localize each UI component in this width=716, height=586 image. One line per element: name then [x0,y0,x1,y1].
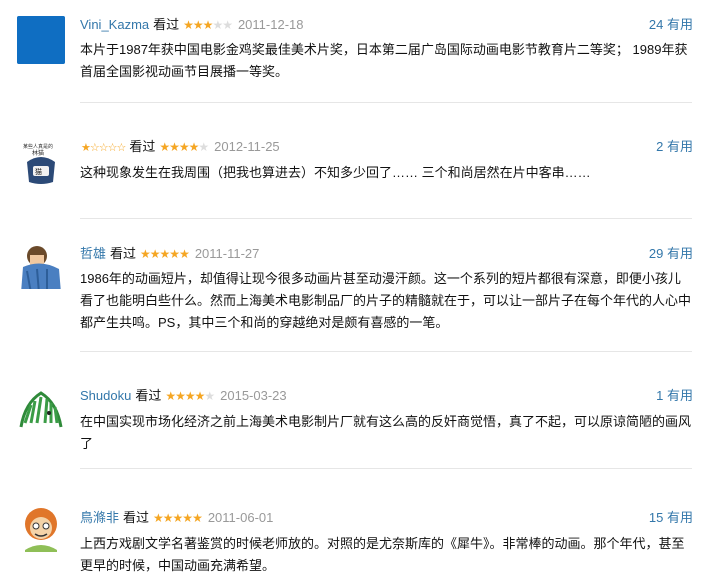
user-avatar[interactable] [17,241,65,289]
avatar-image [17,16,65,64]
username-link[interactable]: 哲雄 [80,246,106,261]
avatar-image [17,383,65,431]
divider [80,468,692,469]
divider [80,102,692,103]
review-date: 2012-11-25 [214,139,280,154]
review-meta: 鳥滌非 看过 ★★★★★ 2011-06-01 [80,510,273,526]
review-text: 上西方戏剧文学名著鉴赏的时候老师放的。对照的是尤奈斯库的《犀牛》。非常棒的动画。… [80,536,685,573]
user-avatar[interactable]: 某些人真是的 林猫 猫 [17,138,65,186]
user-avatar[interactable] [17,504,65,552]
review-date: 2011-12-18 [237,17,304,32]
user-avatar[interactable] [17,383,65,431]
review-text: 1986年的动画短片，却值得让现今很多动画片甚至动漫汗颜。这一个系列的短片都很有… [80,271,692,330]
useful-count[interactable]: 24 有用 [649,17,693,33]
review-list: Vini_Kazma 看过 ★★★★★ 2011-12-18 24 有用 本片于198… [0,0,716,586]
review-date: 2011-06-01 [207,510,274,525]
watched-label: 看过 [123,510,150,525]
user-avatar[interactable] [17,16,65,64]
username-link[interactable]: Vini_Kazma [80,17,149,32]
review-date: 2015-03-23 [220,388,287,403]
username-link[interactable]: 鳥滌非 [80,510,119,525]
review-text: 在中国实现市场化经济之前上海美术电影制片厂就有这么高的反奸商觉悟，真了不起，可以… [80,414,692,451]
rating-stars: ★★★★★ [159,140,209,154]
review-text: 本片于1987年获中国电影金鸡奖最佳美术片奖，日本第二届广岛国际动画电影节教育片… [80,42,688,79]
useful-count[interactable]: 1 有用 [656,388,693,404]
review-meta: Vini_Kazma 看过 ★★★★★ 2011-12-18 [80,17,304,33]
avatar-image [17,241,65,289]
watched-label: 看过 [129,139,156,154]
rating-stars: ★★★★★ [165,389,215,403]
avatar-image [17,504,65,552]
review-date: 2011-11-27 [194,246,260,261]
review-meta: Shudoku 看过 ★★★★★ 2015-03-23 [80,388,287,404]
review-text: 这种现象发生在我周围（把我也算进去）不知多少回了…… 三个和尚居然在片中客串…… [80,165,591,180]
svg-text:某些人真是的: 某些人真是的 [23,143,53,150]
svg-text:猫: 猫 [35,167,42,176]
rating-stars: ★★★★★ [153,511,203,525]
divider [80,351,692,352]
rating-stars: ★★★★★ [140,247,190,261]
user-level-stars: ★☆☆☆☆ [81,142,126,154]
useful-count[interactable]: 2 有用 [656,139,693,155]
watched-label: 看过 [135,388,162,403]
rating-stars: ★★★★★ [183,18,233,32]
useful-count[interactable]: 29 有用 [649,246,693,262]
username-link[interactable]: Shudoku [80,388,131,403]
watched-label: 看过 [153,17,180,32]
review-meta: 哲雄 看过 ★★★★★ 2011-11-27 [80,246,259,262]
review-meta: ★☆☆☆☆ 看过 ★★★★★ 2012-11-25 [80,139,280,155]
divider [80,218,692,219]
watched-label: 看过 [110,246,137,261]
useful-count[interactable]: 15 有用 [649,510,693,526]
svg-text:林猫: 林猫 [32,149,44,157]
avatar-image: 某些人真是的 林猫 猫 [17,138,65,186]
